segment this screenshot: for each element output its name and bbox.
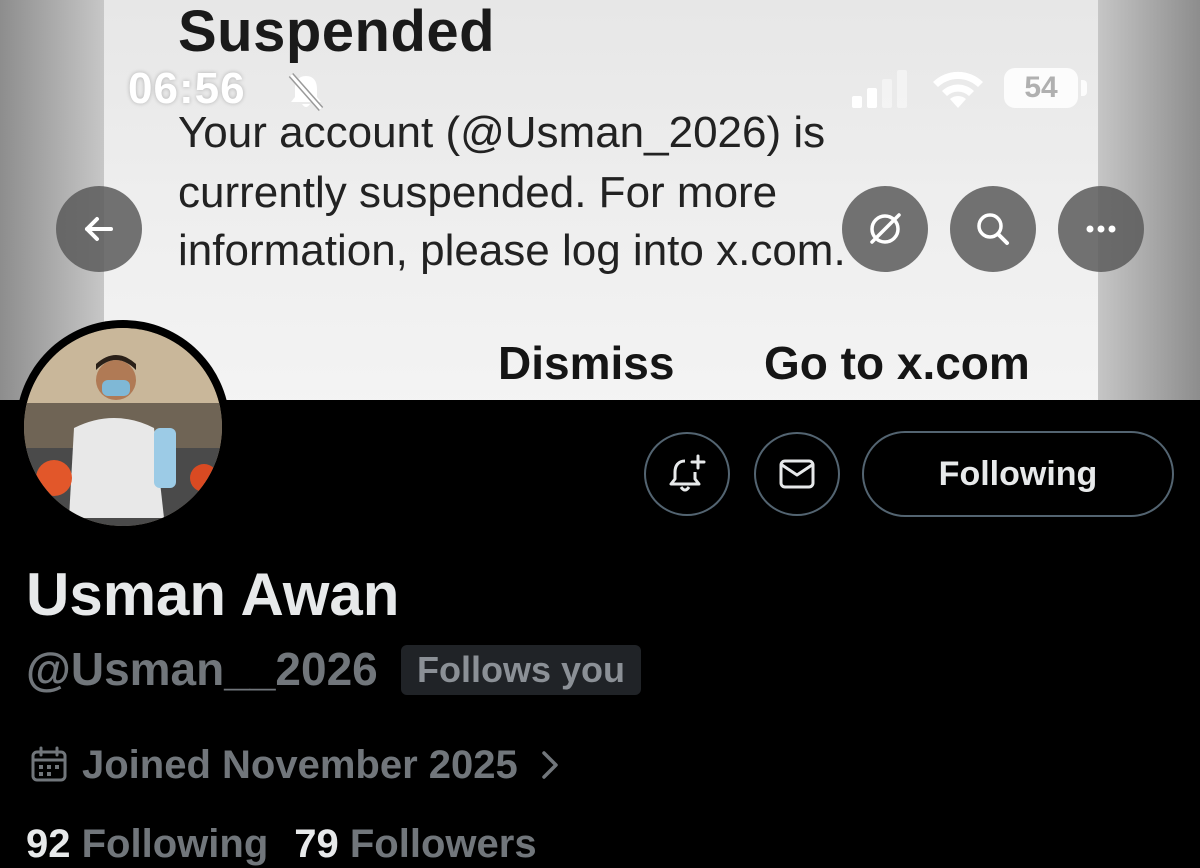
message-button[interactable] xyxy=(754,432,840,516)
chevron-right-icon xyxy=(542,751,558,779)
arrow-left-icon xyxy=(85,217,113,241)
followers-count: 79 xyxy=(294,822,339,866)
back-button[interactable] xyxy=(56,186,142,272)
avatar-photo xyxy=(24,328,222,526)
grok-button[interactable] xyxy=(842,186,928,272)
wifi-icon xyxy=(933,71,983,108)
calendar-icon xyxy=(31,746,67,782)
notify-button[interactable] xyxy=(644,432,730,516)
dialog-goto-text: Go to x.com xyxy=(764,337,1030,389)
cellular-signal-icon xyxy=(852,70,907,108)
follow-stats: 92 Following 79 Followers xyxy=(26,822,537,867)
following-label: Following xyxy=(81,822,269,866)
dialog-message-line: information, please log into x.com. xyxy=(178,226,846,275)
silent-bell-icon xyxy=(288,73,324,111)
status-time: 06:56 xyxy=(128,64,246,113)
dialog-message-line: Your account (@Usman_2026) is xyxy=(178,108,826,157)
bell-plus-icon xyxy=(669,454,706,492)
user-handle: @Usman__2026 xyxy=(26,643,378,695)
search-icon xyxy=(977,213,1009,245)
followers-link[interactable]: 79 Followers xyxy=(294,822,536,866)
grok-icon xyxy=(870,213,901,244)
joined-date: Joined November 2025 xyxy=(82,742,518,787)
dialog-dismiss-text: Dismiss xyxy=(498,337,675,389)
more-options-button[interactable] xyxy=(1058,186,1144,272)
battery-nub xyxy=(1081,80,1087,96)
search-button[interactable] xyxy=(950,186,1036,272)
dialog-title: Suspended xyxy=(178,0,496,64)
envelope-icon xyxy=(779,459,815,489)
following-link[interactable]: 92 Following xyxy=(26,822,268,866)
profile-avatar[interactable] xyxy=(16,320,230,534)
following-count: 92 xyxy=(26,822,71,866)
joined-date-row[interactable]: Joined November 2025 xyxy=(30,738,562,792)
more-horizontal-icon xyxy=(1086,225,1116,233)
battery-indicator: 54 xyxy=(1004,68,1078,108)
display-name: Usman Awan xyxy=(26,561,400,628)
dialog-message-line: currently suspended. For more xyxy=(178,168,778,217)
following-button[interactable]: Following xyxy=(862,431,1174,517)
follows-you-badge: Follows you xyxy=(401,645,642,695)
followers-label: Followers xyxy=(349,822,537,866)
